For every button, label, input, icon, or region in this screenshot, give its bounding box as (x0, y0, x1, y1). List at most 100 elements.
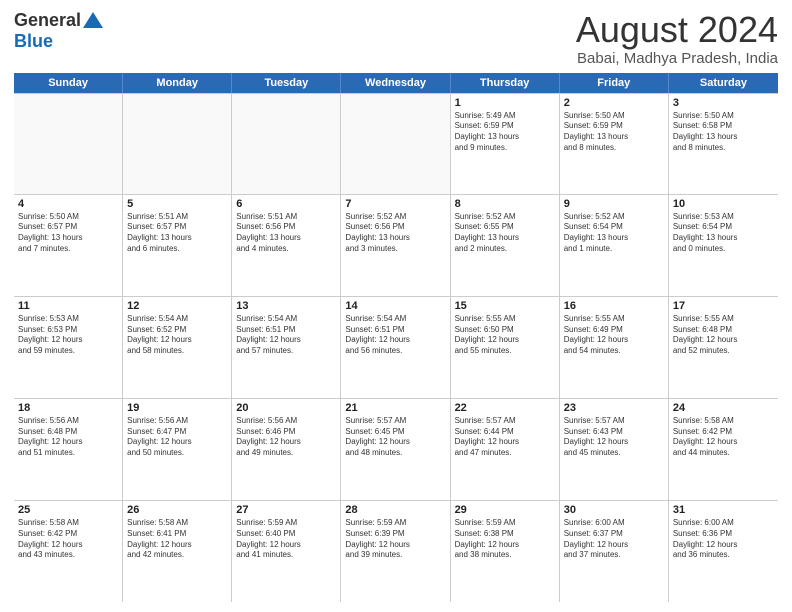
calendar-day-1: 1 Sunrise: 5:49 AM Sunset: 6:59 PM Daylig… (451, 93, 560, 194)
day-number: 31 (673, 504, 774, 516)
calendar-day-18: 18Sunrise: 5:56 AM Sunset: 6:48 PM Dayli… (14, 399, 123, 500)
day-of-week-thursday: Thursday (451, 73, 560, 93)
day-info: Sunrise: 5:52 AM Sunset: 6:55 PM Dayligh… (455, 212, 555, 255)
calendar: SundayMondayTuesdayWednesdayThursdayFrid… (14, 73, 778, 602)
day-of-week-wednesday: Wednesday (341, 73, 450, 93)
day-number: 14 (345, 300, 445, 312)
calendar-day-28: 28 Sunrise: 5:59 AM Sunset: 6:39 PM Dayli… (341, 501, 450, 602)
day-number: 9 (564, 198, 664, 210)
calendar-body: 1 Sunrise: 5:49 AM Sunset: 6:59 PM Daylig… (14, 93, 778, 602)
day-info: Sunrise: 5:57 AM Sunset: 6:45 PM Dayligh… (345, 416, 445, 459)
day-number: 23 (564, 402, 664, 414)
day-number: 29 (455, 504, 555, 516)
day-number: 22 (455, 402, 555, 414)
day-of-week-monday: Monday (123, 73, 232, 93)
day-number: 11 (18, 300, 118, 312)
day-info: Sunrise: 5:56 AM Sunset: 6:47 PM Dayligh… (127, 416, 227, 459)
day-number: 6 (236, 198, 336, 210)
day-info: Sunrise: 5:54 AM Sunset: 6:51 PM Dayligh… (345, 314, 445, 357)
calendar-day-3: 3 Sunrise: 5:50 AM Sunset: 6:58 PM Daylig… (669, 93, 778, 194)
day-info: Sunrise: 5:55 AM Sunset: 6:49 PM Dayligh… (564, 314, 664, 357)
calendar-day-13: 13 Sunrise: 5:54 AM Sunset: 6:51 PM Dayli… (232, 297, 341, 398)
day-number: 3 (673, 97, 774, 109)
calendar-day-30: 30Sunrise: 6:00 AM Sunset: 6:37 PM Dayli… (560, 501, 669, 602)
day-info: Sunrise: 6:00 AM Sunset: 6:36 PM Dayligh… (673, 518, 774, 561)
day-info: Sunrise: 5:54 AM Sunset: 6:51 PM Dayligh… (236, 314, 336, 357)
calendar-day-11: 11 Sunrise: 5:53 AM Sunset: 6:53 PM Dayli… (14, 297, 123, 398)
calendar-day-10: 10Sunrise: 5:53 AM Sunset: 6:54 PM Dayli… (669, 195, 778, 296)
calendar-day-29: 29 Sunrise: 5:59 AM Sunset: 6:38 PM Dayli… (451, 501, 560, 602)
day-info: Sunrise: 5:54 AM Sunset: 6:52 PM Dayligh… (127, 314, 227, 357)
day-info: Sunrise: 5:51 AM Sunset: 6:56 PM Dayligh… (236, 212, 336, 255)
empty-cell (123, 93, 232, 194)
calendar-header: SundayMondayTuesdayWednesdayThursdayFrid… (14, 73, 778, 93)
calendar-day-4: 4 Sunrise: 5:50 AM Sunset: 6:57 PM Daylig… (14, 195, 123, 296)
day-number: 25 (18, 504, 118, 516)
day-info: Sunrise: 5:55 AM Sunset: 6:50 PM Dayligh… (455, 314, 555, 357)
day-number: 15 (455, 300, 555, 312)
calendar-week-3: 11 Sunrise: 5:53 AM Sunset: 6:53 PM Dayli… (14, 297, 778, 399)
logo-general-text: General (14, 10, 81, 31)
day-of-week-saturday: Saturday (669, 73, 778, 93)
day-info: Sunrise: 5:53 AM Sunset: 6:54 PM Dayligh… (673, 212, 774, 255)
calendar-day-21: 21 Sunrise: 5:57 AM Sunset: 6:45 PM Dayli… (341, 399, 450, 500)
calendar-day-20: 20Sunrise: 5:56 AM Sunset: 6:46 PM Dayli… (232, 399, 341, 500)
day-number: 8 (455, 198, 555, 210)
day-info: Sunrise: 5:58 AM Sunset: 6:42 PM Dayligh… (18, 518, 118, 561)
day-number: 2 (564, 97, 664, 109)
title-block: August 2024 Babai, Madhya Pradesh, India (576, 10, 778, 67)
logo-triangle-icon (83, 12, 103, 28)
day-info: Sunrise: 5:51 AM Sunset: 6:57 PM Dayligh… (127, 212, 227, 255)
day-number: 13 (236, 300, 336, 312)
day-info: Sunrise: 5:59 AM Sunset: 6:39 PM Dayligh… (345, 518, 445, 561)
calendar-day-27: 27Sunrise: 5:59 AM Sunset: 6:40 PM Dayli… (232, 501, 341, 602)
day-info: Sunrise: 5:58 AM Sunset: 6:41 PM Dayligh… (127, 518, 227, 561)
day-number: 21 (345, 402, 445, 414)
day-info: Sunrise: 5:53 AM Sunset: 6:53 PM Dayligh… (18, 314, 118, 357)
day-of-week-friday: Friday (560, 73, 669, 93)
day-number: 16 (564, 300, 664, 312)
calendar-day-6: 6 Sunrise: 5:51 AM Sunset: 6:56 PM Daylig… (232, 195, 341, 296)
day-info: Sunrise: 5:55 AM Sunset: 6:48 PM Dayligh… (673, 314, 774, 357)
calendar-day-12: 12 Sunrise: 5:54 AM Sunset: 6:52 PM Dayli… (123, 297, 232, 398)
calendar-day-23: 23 Sunrise: 5:57 AM Sunset: 6:43 PM Dayli… (560, 399, 669, 500)
calendar-day-17: 17Sunrise: 5:55 AM Sunset: 6:48 PM Dayli… (669, 297, 778, 398)
day-info: Sunrise: 5:52 AM Sunset: 6:54 PM Dayligh… (564, 212, 664, 255)
day-info: Sunrise: 5:57 AM Sunset: 6:43 PM Dayligh… (564, 416, 664, 459)
calendar-week-5: 25 Sunrise: 5:58 AM Sunset: 6:42 PM Dayli… (14, 501, 778, 602)
location-text: Babai, Madhya Pradesh, India (576, 50, 778, 67)
day-info: Sunrise: 5:58 AM Sunset: 6:42 PM Dayligh… (673, 416, 774, 459)
calendar-day-31: 31 Sunrise: 6:00 AM Sunset: 6:36 PM Dayli… (669, 501, 778, 602)
day-number: 27 (236, 504, 336, 516)
day-info: Sunrise: 5:56 AM Sunset: 6:46 PM Dayligh… (236, 416, 336, 459)
empty-cell (232, 93, 341, 194)
day-number: 12 (127, 300, 227, 312)
calendar-day-14: 14 Sunrise: 5:54 AM Sunset: 6:51 PM Dayli… (341, 297, 450, 398)
day-number: 5 (127, 198, 227, 210)
calendar-day-2: 2Sunrise: 5:50 AM Sunset: 6:59 PM Daylig… (560, 93, 669, 194)
empty-cell (341, 93, 450, 194)
calendar-day-15: 15 Sunrise: 5:55 AM Sunset: 6:50 PM Dayli… (451, 297, 560, 398)
empty-cell (14, 93, 123, 194)
day-info: Sunrise: 5:49 AM Sunset: 6:59 PM Dayligh… (455, 111, 555, 154)
page-header: General Blue August 2024 Babai, Madhya P… (14, 10, 778, 67)
day-info: Sunrise: 5:50 AM Sunset: 6:57 PM Dayligh… (18, 212, 118, 255)
day-number: 28 (345, 504, 445, 516)
calendar-day-26: 26Sunrise: 5:58 AM Sunset: 6:41 PM Dayli… (123, 501, 232, 602)
day-number: 18 (18, 402, 118, 414)
day-info: Sunrise: 5:52 AM Sunset: 6:56 PM Dayligh… (345, 212, 445, 255)
logo-blue-text: Blue (14, 31, 53, 52)
day-number: 4 (18, 198, 118, 210)
day-info: Sunrise: 5:59 AM Sunset: 6:38 PM Dayligh… (455, 518, 555, 561)
day-info: Sunrise: 5:57 AM Sunset: 6:44 PM Dayligh… (455, 416, 555, 459)
day-number: 24 (673, 402, 774, 414)
calendar-day-19: 19Sunrise: 5:56 AM Sunset: 6:47 PM Dayli… (123, 399, 232, 500)
day-number: 1 (455, 97, 555, 109)
calendar-week-1: 1 Sunrise: 5:49 AM Sunset: 6:59 PM Daylig… (14, 93, 778, 195)
logo: General Blue (14, 10, 103, 52)
calendar-day-24: 24 Sunrise: 5:58 AM Sunset: 6:42 PM Dayli… (669, 399, 778, 500)
day-info: Sunrise: 5:50 AM Sunset: 6:58 PM Dayligh… (673, 111, 774, 154)
calendar-day-5: 5 Sunrise: 5:51 AM Sunset: 6:57 PM Daylig… (123, 195, 232, 296)
calendar-week-4: 18Sunrise: 5:56 AM Sunset: 6:48 PM Dayli… (14, 399, 778, 501)
day-info: Sunrise: 6:00 AM Sunset: 6:37 PM Dayligh… (564, 518, 664, 561)
